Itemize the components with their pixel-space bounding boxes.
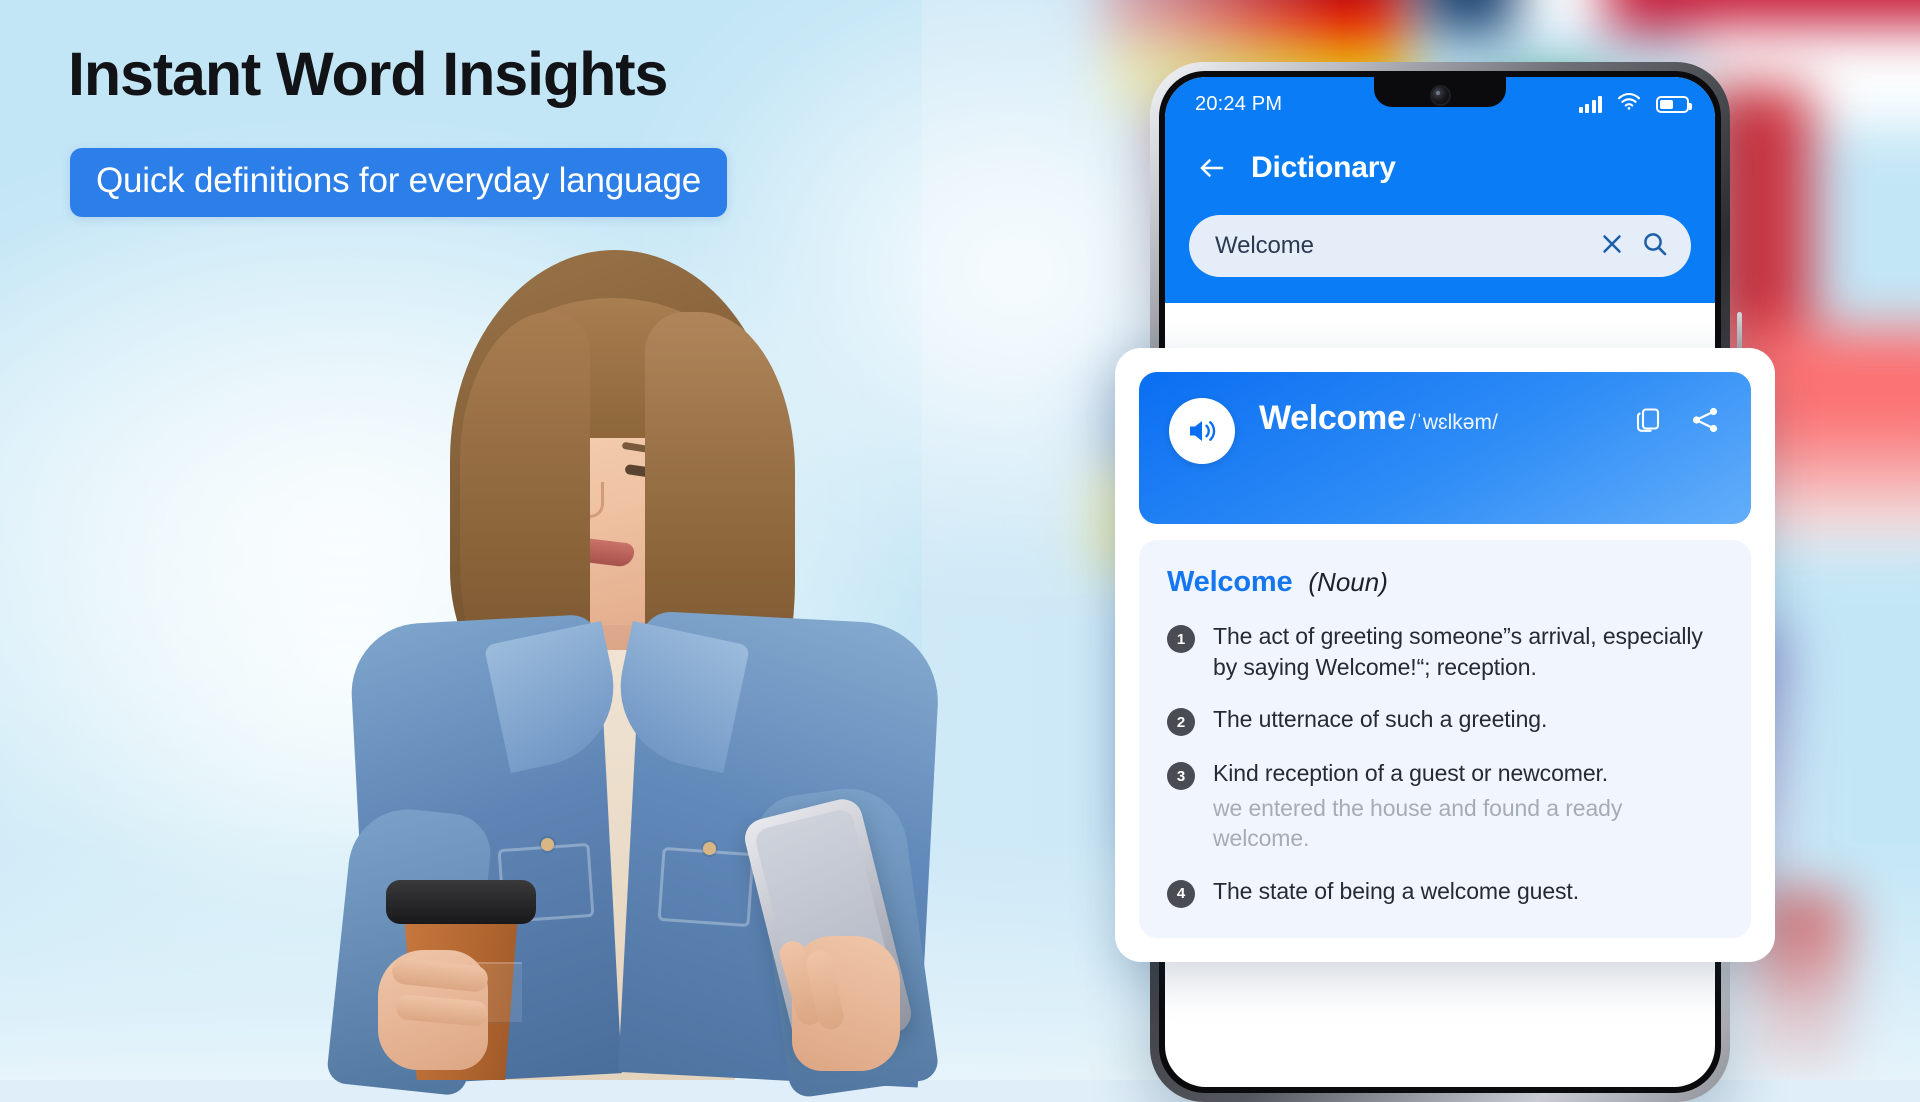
share-icon[interactable] — [1689, 404, 1721, 441]
definition-row: 1 The act of greeting someone”s arrival,… — [1167, 621, 1723, 682]
part-of-speech: (Noun) — [1308, 567, 1388, 597]
battery-icon — [1656, 95, 1692, 113]
promo-headline: Instant Word Insights — [68, 40, 668, 108]
definition-row: 3 Kind reception of a guest or newcomer.… — [1167, 758, 1723, 854]
copy-icon[interactable] — [1633, 405, 1663, 440]
woman-with-phone-photo — [300, 250, 1040, 1099]
word-result-card: Welcome /ˈwɛlkəm/ Welcome (Noun) 1 The a… — [1115, 348, 1775, 962]
search-zone: Welcome — [1165, 205, 1715, 303]
definition-example: we entered the house and found a ready w… — [1213, 794, 1623, 852]
back-arrow-icon[interactable] — [1195, 151, 1229, 185]
app-title-bar: Dictionary — [1165, 131, 1715, 205]
search-input[interactable]: Welcome — [1215, 232, 1583, 260]
wifi-icon — [1617, 92, 1641, 116]
definition-text: Kind reception of a guest or newcomer. w… — [1213, 758, 1723, 854]
close-icon[interactable] — [1599, 231, 1625, 262]
definitions-panel: Welcome (Noun) 1 The act of greeting som… — [1139, 540, 1751, 938]
status-bar-time: 20:24 PM — [1195, 92, 1283, 115]
phone-notch — [1374, 77, 1506, 107]
status-bar-icons — [1578, 92, 1692, 116]
definition-number: 4 — [1167, 879, 1195, 908]
page-title: Dictionary — [1251, 151, 1396, 184]
promo-subtitle-banner: Quick definitions for everyday language — [70, 148, 728, 217]
definition-text: The act of greeting someone”s arrival, e… — [1213, 623, 1703, 680]
word-header-text: Welcome /ˈwɛlkəm/ — [1259, 398, 1498, 437]
search-bar[interactable]: Welcome — [1189, 215, 1691, 277]
coffee-cup-lid — [386, 880, 536, 924]
jacket-button-right — [703, 842, 716, 855]
definitions-word: Welcome — [1167, 566, 1293, 598]
definition-body: Kind reception of a guest or newcomer. — [1213, 760, 1609, 787]
front-camera-icon — [1431, 86, 1449, 104]
word-header-actions — [1633, 404, 1721, 441]
jacket-pocket-right — [657, 846, 755, 928]
signal-icon — [1578, 95, 1602, 113]
definition-number: 3 — [1167, 762, 1195, 791]
definition-row: 2 The utternace of such a greeting. — [1167, 704, 1723, 737]
word-pronunciation: /ˈwɛlkəm/ — [1410, 411, 1498, 434]
speaker-icon[interactable] — [1169, 398, 1235, 464]
word-header: Welcome /ˈwɛlkəm/ — [1139, 372, 1751, 524]
definition-text: The state of being a welcome guest. — [1213, 877, 1579, 904]
word-title: Welcome — [1259, 399, 1406, 437]
jacket-button-left — [541, 838, 554, 851]
definition-number: 1 — [1167, 625, 1195, 653]
definition-row: 4 The state of being a welcome guest. — [1167, 876, 1723, 908]
app-bar: 20:24 PM Dictionary Welcome — [1165, 77, 1715, 303]
definitions-heading: Welcome (Noun) — [1167, 566, 1723, 599]
definition-text: The utternace of such a greeting. — [1213, 706, 1548, 733]
search-icon[interactable] — [1641, 230, 1669, 263]
definition-number: 2 — [1167, 708, 1195, 737]
